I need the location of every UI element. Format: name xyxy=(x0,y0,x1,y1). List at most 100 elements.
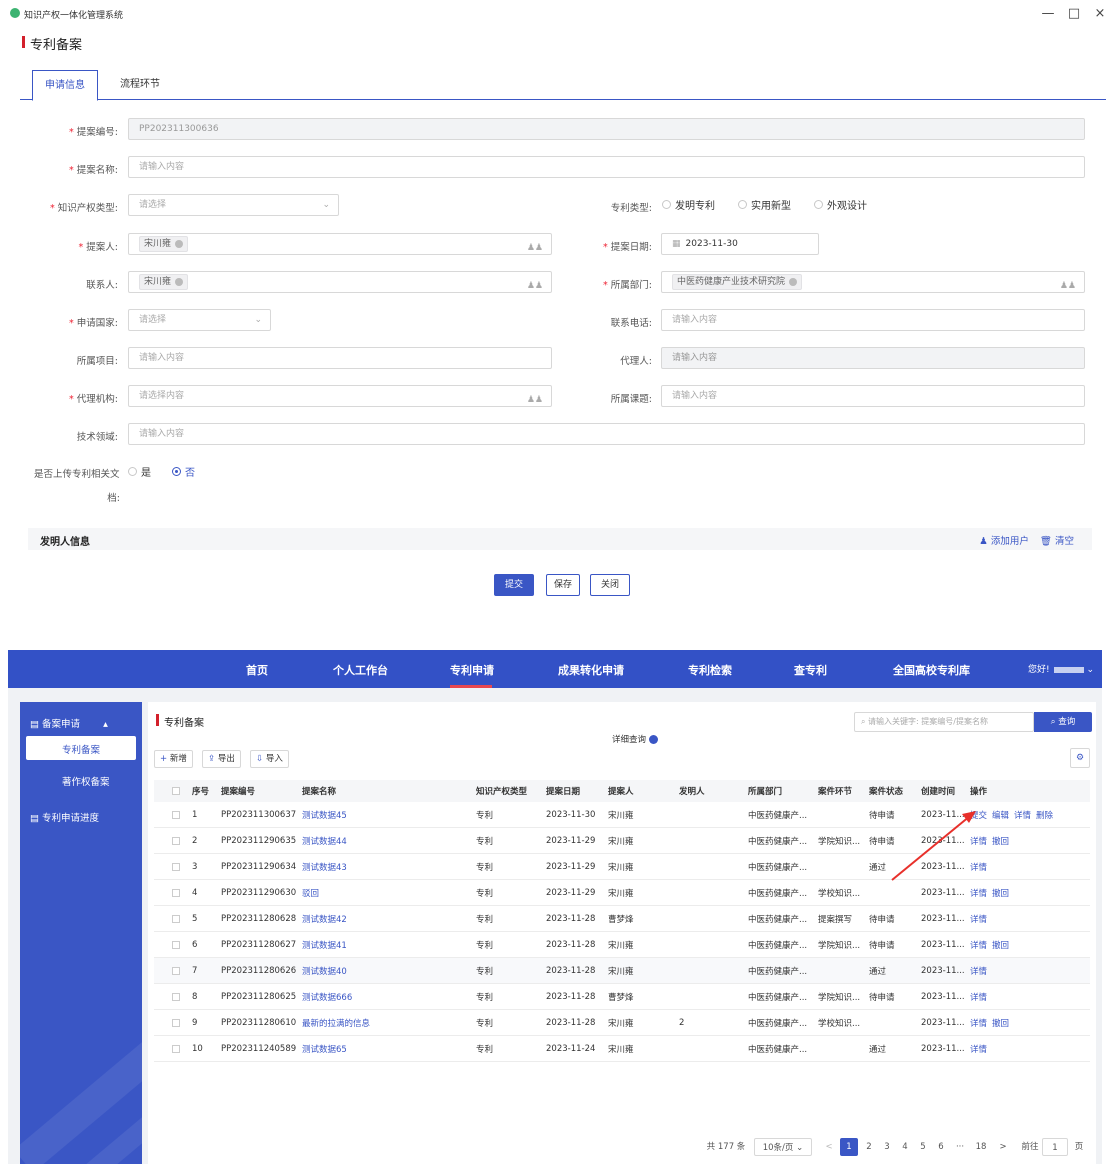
submit-button[interactable]: 提交 xyxy=(494,574,534,596)
sidebar-item-patent-filing[interactable]: 专利备案 xyxy=(62,742,100,756)
export-button[interactable]: ⇪ 导出 xyxy=(202,750,241,768)
tag-close-icon[interactable] xyxy=(789,277,798,286)
import-button[interactable]: ⇩ 导入 xyxy=(250,750,289,768)
page-5[interactable]: 5 xyxy=(916,1138,930,1156)
goto-page-input[interactable]: 1 xyxy=(1042,1138,1068,1156)
page-size-select[interactable]: 10条/页 ⌄ xyxy=(754,1138,812,1156)
proposal-date-input[interactable]: ▦ 2023-11-30 xyxy=(661,233,819,255)
user-menu[interactable]: 您好! ⌄ xyxy=(1028,662,1094,675)
nav-check-patent[interactable]: 查专利 xyxy=(794,662,827,678)
tech-field-input[interactable]: 请输入内容 xyxy=(128,423,1085,445)
nav-home[interactable]: 首页 xyxy=(246,662,268,678)
add-user-button[interactable]: 添加用户 xyxy=(991,536,1029,547)
prev-page-button[interactable]: < xyxy=(822,1138,836,1156)
maximize-button[interactable]: □ xyxy=(1066,6,1082,21)
row-action-link[interactable]: 编辑 xyxy=(992,809,1009,821)
patent-type-radio-design[interactable]: 外观设计 xyxy=(814,197,867,212)
cell-name[interactable]: 测试数据41 xyxy=(302,932,347,957)
cell-name[interactable]: 测试数据42 xyxy=(302,906,347,931)
nav-workbench[interactable]: 个人工作台 xyxy=(333,662,388,678)
settings-gear-icon[interactable]: ⚙ xyxy=(1070,748,1090,768)
row-checkbox[interactable] xyxy=(172,958,180,983)
nav-patent-search[interactable]: 专利检索 xyxy=(688,662,732,678)
row-action-link[interactable]: 详情 xyxy=(970,887,987,899)
row-checkbox[interactable] xyxy=(172,880,180,905)
cell-name[interactable]: 驳回 xyxy=(302,880,319,905)
row-action-link[interactable]: 撤回 xyxy=(992,1017,1009,1029)
row-action-link[interactable]: 详情 xyxy=(1014,809,1031,821)
row-checkbox[interactable] xyxy=(172,932,180,957)
row-action-link[interactable]: 提交 xyxy=(970,809,987,821)
page-ellipsis[interactable]: ··· xyxy=(952,1138,968,1156)
cell-name[interactable]: 测试数据43 xyxy=(302,854,347,879)
cell-name[interactable]: 测试数据40 xyxy=(302,958,347,983)
cell-name[interactable]: 测试数据666 xyxy=(302,984,352,1009)
row-checkbox[interactable] xyxy=(172,828,180,853)
row-checkbox[interactable] xyxy=(172,1010,180,1035)
cell-name[interactable]: 最新的拉满的信息 xyxy=(302,1010,370,1035)
page-2[interactable]: 2 xyxy=(862,1138,876,1156)
minimize-button[interactable]: — xyxy=(1040,6,1056,21)
agency-field[interactable]: 请选择内容 ♟♟ xyxy=(128,385,552,407)
detail-query-toggle[interactable]: 详细查询 xyxy=(612,733,659,745)
row-action-link[interactable]: 撤回 xyxy=(992,835,1009,847)
clear-button[interactable]: 清空 xyxy=(1055,536,1074,547)
search-input[interactable]: ⌕ 请输入关键字: 提案编号/提案名称 xyxy=(854,712,1034,732)
project-input[interactable]: 请输入内容 xyxy=(128,347,552,369)
tab-application-info[interactable]: 申请信息 xyxy=(32,70,98,101)
row-action-link[interactable]: 撤回 xyxy=(992,887,1009,899)
row-action-link[interactable]: 删除 xyxy=(1036,809,1053,821)
row-checkbox[interactable] xyxy=(172,1036,180,1061)
topic-input[interactable]: 请输入内容 xyxy=(661,385,1085,407)
save-button[interactable]: 保存 xyxy=(546,574,580,596)
row-action-link[interactable]: 详情 xyxy=(970,861,987,873)
search-button[interactable]: ⌕ 查询 xyxy=(1034,712,1092,732)
nav-achievement[interactable]: 成果转化申请 xyxy=(558,662,624,678)
row-action-link[interactable]: 详情 xyxy=(970,939,987,951)
patent-type-radio-utility[interactable]: 实用新型 xyxy=(738,197,791,212)
ip-type-select[interactable]: 请选择 ⌄ xyxy=(128,194,339,216)
page-4[interactable]: 4 xyxy=(898,1138,912,1156)
row-action-link[interactable]: 撤回 xyxy=(992,939,1009,951)
sidebar-item-copyright-filing[interactable]: 著作权备案 xyxy=(62,774,110,788)
contact-field[interactable]: 宋川雍 ♟♟ xyxy=(128,271,552,293)
page-3[interactable]: 3 xyxy=(880,1138,894,1156)
proposer-field[interactable]: 宋川雍 ♟♟ xyxy=(128,233,552,255)
phone-input[interactable]: 请输入内容 xyxy=(661,309,1085,331)
page-1[interactable]: 1 xyxy=(840,1138,858,1156)
row-action-link[interactable]: 详情 xyxy=(970,1017,987,1029)
sidebar-group-filing[interactable]: ▤ 备案申请 ▴ xyxy=(30,716,108,730)
cell-name[interactable]: 测试数据44 xyxy=(302,828,347,853)
close-button[interactable]: 关闭 xyxy=(590,574,630,596)
tag-close-icon[interactable] xyxy=(175,277,184,286)
select-all-checkbox[interactable] xyxy=(172,780,180,802)
cell-name[interactable]: 测试数据45 xyxy=(302,802,347,827)
page-18[interactable]: 18 xyxy=(972,1138,990,1156)
row-action-link[interactable]: 详情 xyxy=(970,991,987,1003)
upload-docs-radio-no[interactable]: 否 xyxy=(172,464,195,479)
sidebar-group-progress[interactable]: ▤ 专利申请进度 xyxy=(30,810,99,824)
next-page-button[interactable]: > xyxy=(996,1138,1010,1156)
country-select[interactable]: 请选择 ⌄ xyxy=(128,309,271,331)
cell-name[interactable]: 测试数据65 xyxy=(302,1036,347,1061)
user-select-icon[interactable]: ♟♟ xyxy=(1060,276,1076,292)
row-action-link[interactable]: 详情 xyxy=(970,913,987,925)
department-field[interactable]: 中医药健康产业技术研究院 ♟♟ xyxy=(661,271,1085,293)
user-select-icon[interactable]: ♟♟ xyxy=(527,238,543,254)
row-action-link[interactable]: 详情 xyxy=(970,965,987,977)
user-select-icon[interactable]: ♟♟ xyxy=(527,276,543,292)
proposal-name-input[interactable]: 请输入内容 xyxy=(128,156,1085,178)
user-select-icon[interactable]: ♟♟ xyxy=(527,390,543,406)
row-action-link[interactable]: 详情 xyxy=(970,1043,987,1055)
row-checkbox[interactable] xyxy=(172,802,180,827)
tab-process-steps[interactable]: 流程环节 xyxy=(108,70,172,101)
tag-close-icon[interactable] xyxy=(175,239,184,248)
nav-university-db[interactable]: 全国高校专利库 xyxy=(893,662,970,678)
row-checkbox[interactable] xyxy=(172,854,180,879)
close-window-button[interactable]: × xyxy=(1092,6,1108,21)
row-checkbox[interactable] xyxy=(172,984,180,1009)
upload-docs-radio-yes[interactable]: 是 xyxy=(128,464,151,479)
row-action-link[interactable]: 详情 xyxy=(970,835,987,847)
row-checkbox[interactable] xyxy=(172,906,180,931)
add-button[interactable]: + 新增 xyxy=(154,750,193,768)
